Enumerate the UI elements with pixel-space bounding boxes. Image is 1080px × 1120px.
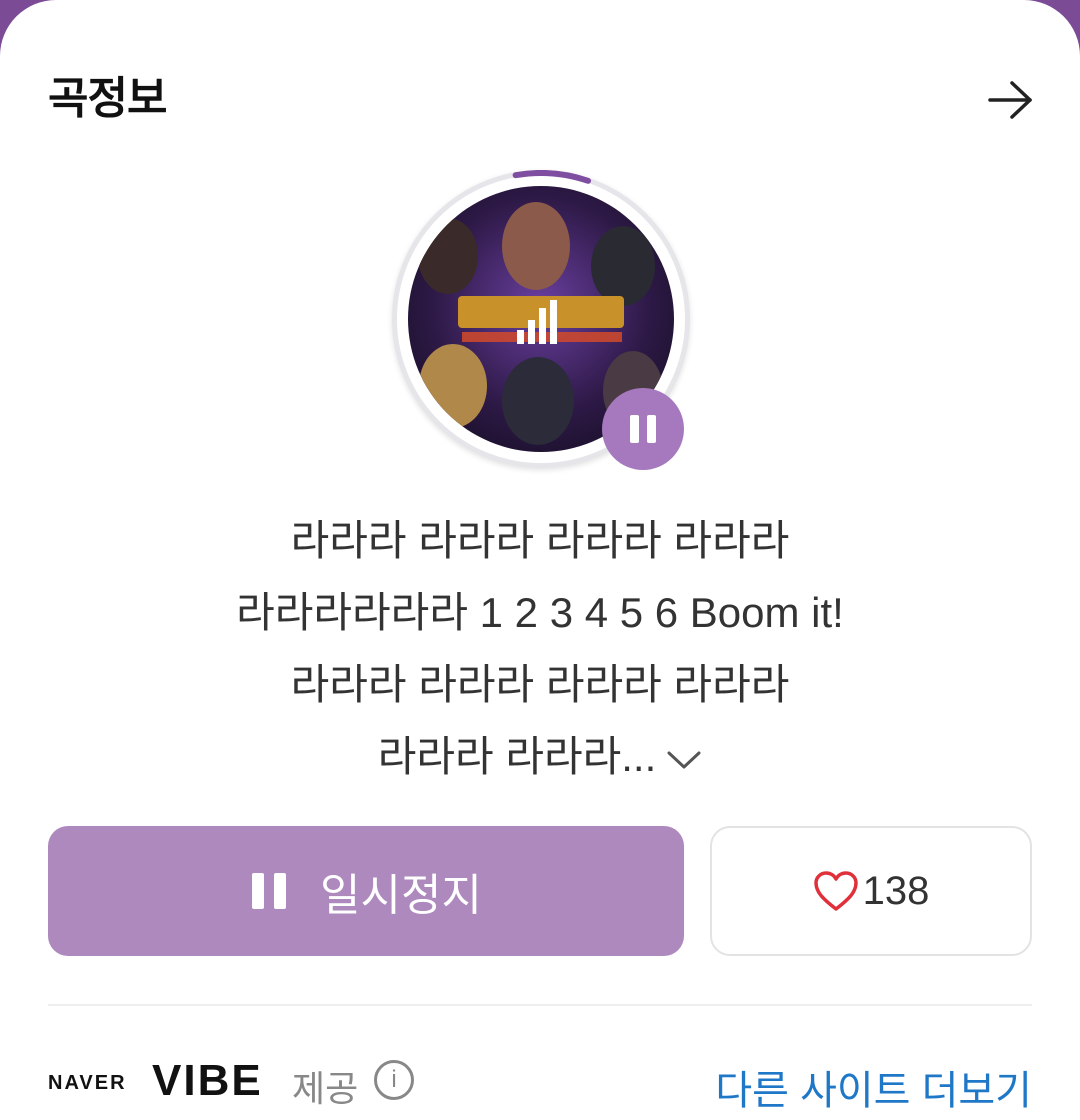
lyric-line: 라라라 라라라 라라라 라라라	[290, 517, 790, 564]
pause-button[interactable]: 일시정지	[48, 826, 684, 956]
chevron-down-icon[interactable]	[666, 748, 702, 772]
lyrics-preview[interactable]: 라라라 라라라 라라라 라라라 라라라라라라 1 2 3 4 5 6 Boom …	[0, 505, 1080, 793]
arrow-right-icon[interactable]	[986, 78, 1036, 122]
info-icon[interactable]: i	[374, 1060, 414, 1100]
naver-logo: NAVER	[48, 1072, 127, 1094]
other-sites-link[interactable]: 다른 사이트 더보기	[715, 1058, 1032, 1116]
pause-icon	[630, 415, 639, 443]
lyric-line-last: 라라라 라라라...	[0, 721, 1080, 793]
page-title: 곡정보	[48, 74, 167, 123]
like-button[interactable]: 138	[710, 826, 1032, 956]
vibe-logo: VIBE	[152, 1056, 263, 1105]
lyric-line: 라라라 라라라 라라라 라라라	[290, 661, 790, 708]
provided-label: 제공	[292, 1068, 359, 1109]
divider	[48, 1004, 1032, 1006]
song-info-panel: 곡정보 라라라 라라라 라라라 라라라 라라라라라라 1 2 3 4 5 6 B…	[0, 0, 1080, 1120]
like-count: 138	[862, 868, 930, 913]
equalizer-icon	[517, 300, 557, 344]
pause-button-label: 일시정지	[320, 871, 482, 920]
heart-outline-icon	[813, 871, 858, 911]
lyric-line: 라라라라라라 1 2 3 4 5 6 Boom it!	[236, 589, 844, 636]
album-disc[interactable]	[392, 170, 690, 470]
disc-pause-button[interactable]	[602, 388, 684, 470]
pause-icon	[250, 871, 290, 911]
footer-bar: NAVER VIBE 제공 i 다른 사이트 더보기	[48, 1052, 1032, 1113]
